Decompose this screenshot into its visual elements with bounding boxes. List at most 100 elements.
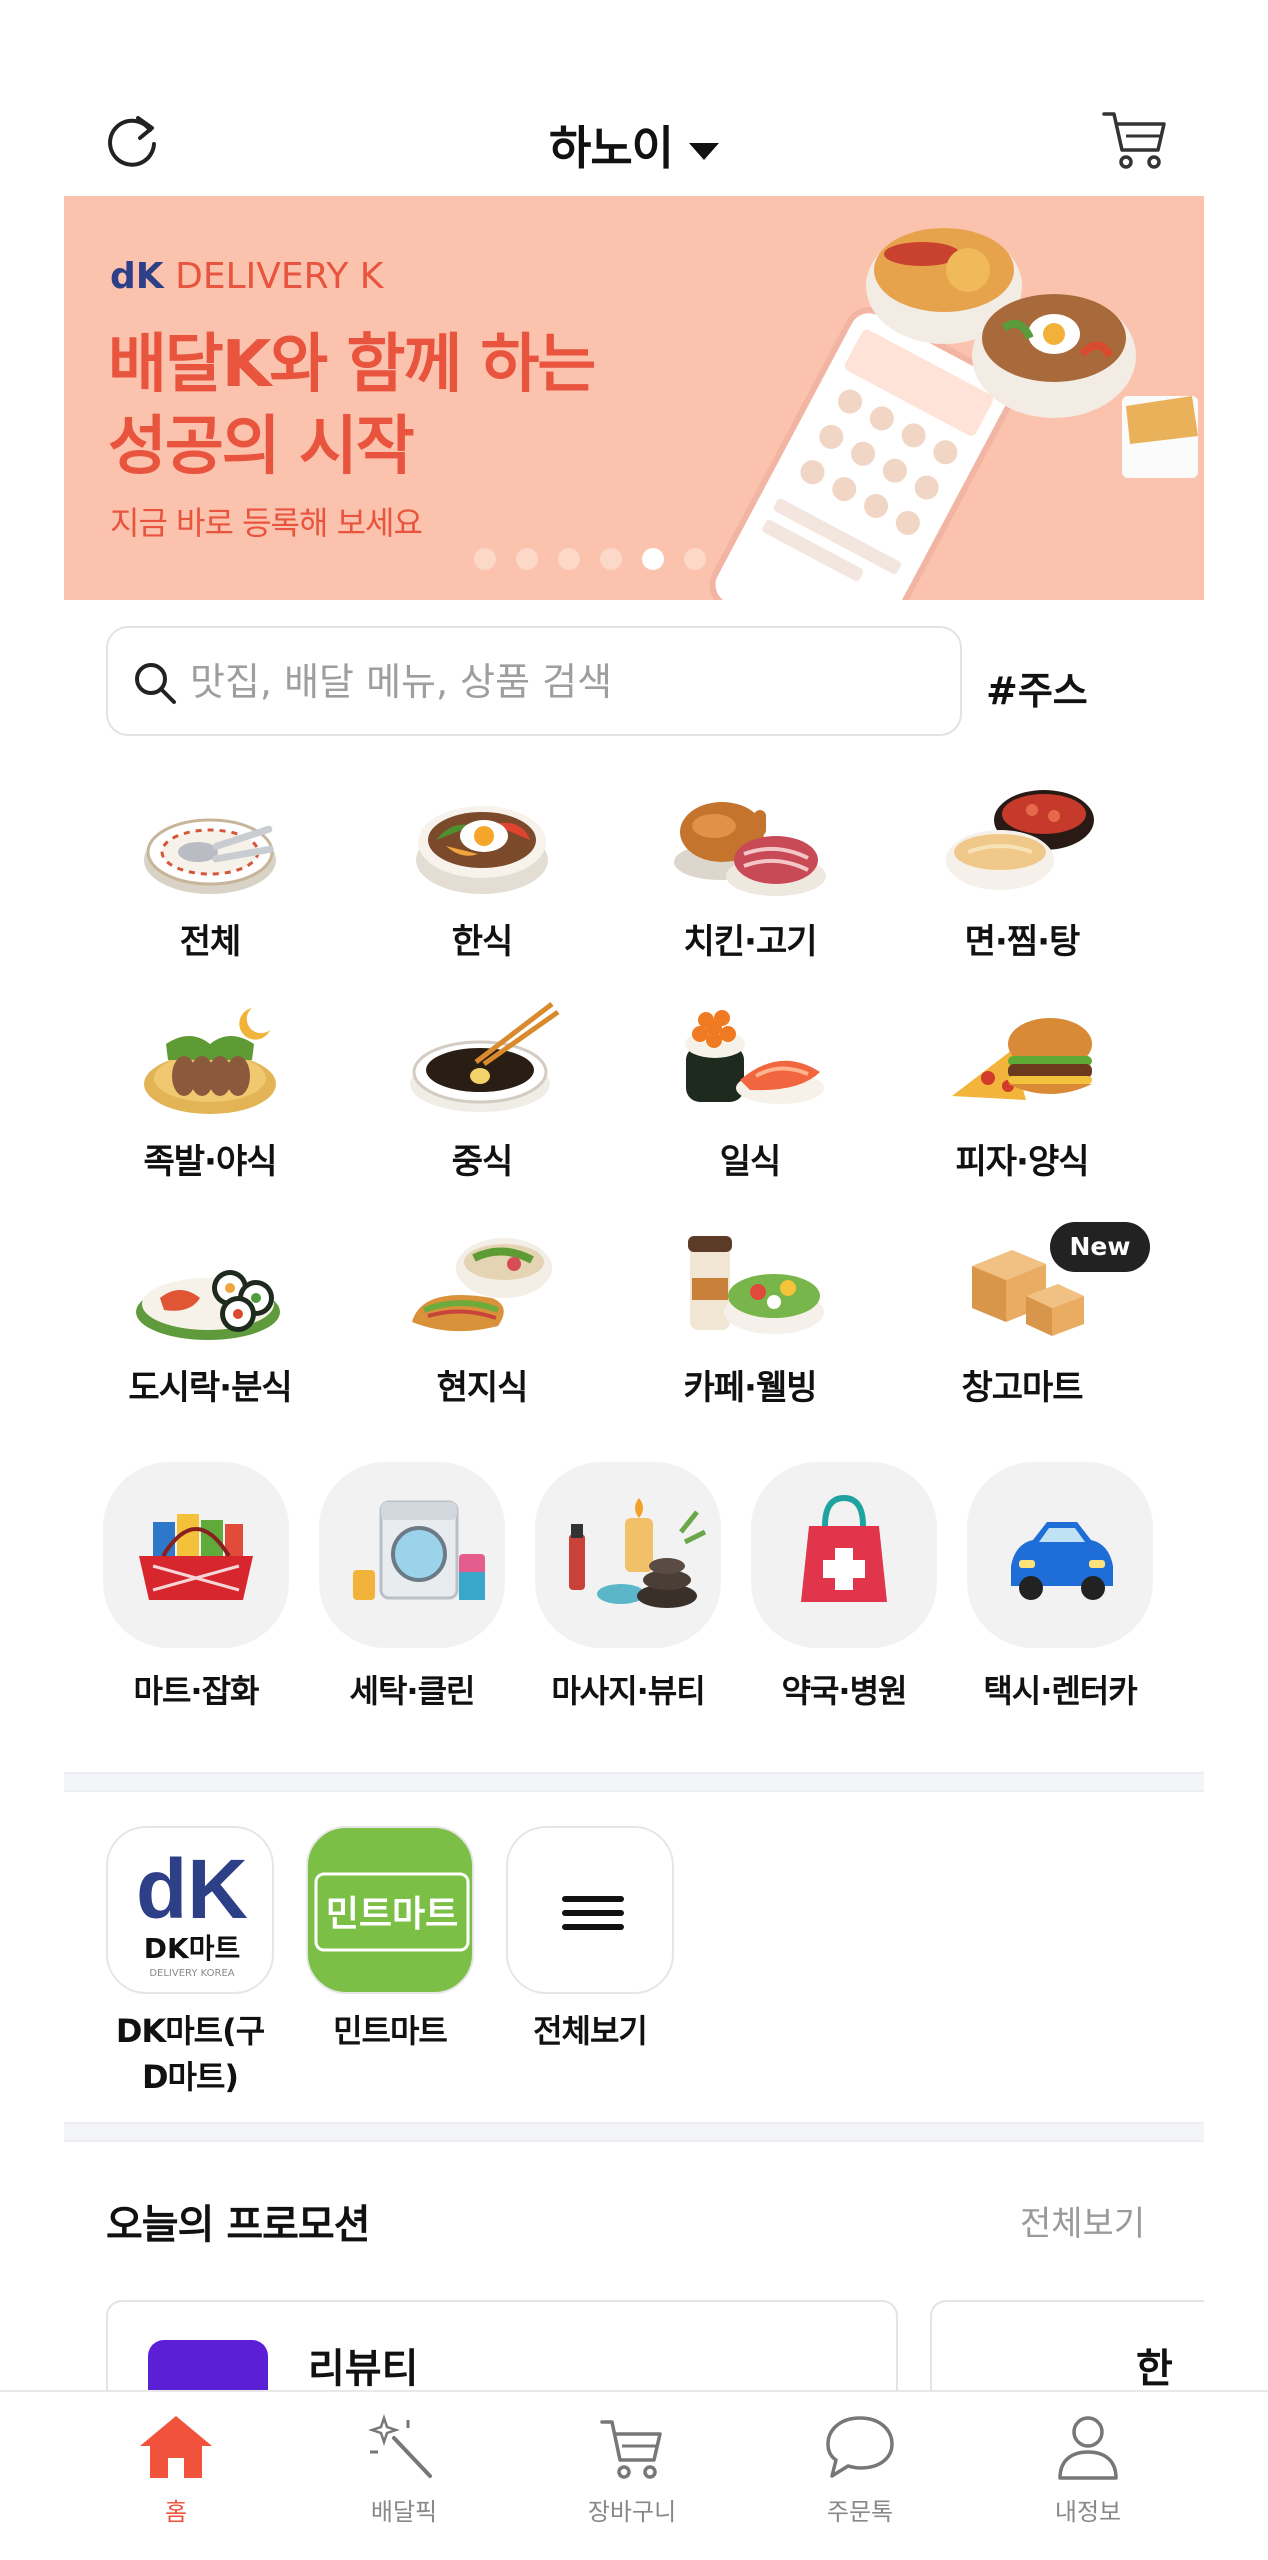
category-label: 중식 bbox=[451, 1142, 514, 1182]
category-pizza-western[interactable]: 피자·양식 bbox=[892, 1000, 1152, 1183]
mint-mart-logo: 민트마트 bbox=[314, 1872, 470, 1952]
pizza-burger-icon bbox=[952, 1018, 1092, 1100]
section-divider bbox=[64, 2122, 1204, 2142]
cart-icon[interactable] bbox=[1100, 106, 1170, 172]
section-divider bbox=[64, 1772, 1204, 1792]
banhmi-pho-icon bbox=[412, 1238, 552, 1332]
bibimbap-icon bbox=[416, 806, 548, 894]
home-icon bbox=[140, 2416, 212, 2478]
car-icon bbox=[1011, 1522, 1113, 1600]
new-badge: New bbox=[1050, 1222, 1150, 1272]
nav-delivery-pick[interactable]: 배달픽 bbox=[304, 2412, 504, 2527]
category-label: 전체 bbox=[179, 922, 242, 962]
nav-label: 내정보 bbox=[1054, 2498, 1122, 2526]
shop-label: 민트마트 bbox=[333, 2012, 448, 2050]
all-plate-icon bbox=[144, 818, 276, 894]
promotion-name: 리뷰티 bbox=[308, 2346, 419, 2392]
category-label: 창고마트 bbox=[961, 1368, 1083, 1408]
chevron-down-icon bbox=[688, 143, 719, 160]
category-local-food[interactable]: 현지식 bbox=[352, 1226, 612, 1409]
banner-dot[interactable] bbox=[474, 548, 496, 570]
menu-icon bbox=[562, 1896, 624, 1930]
cart-icon bbox=[600, 2420, 662, 2479]
search-box[interactable] bbox=[106, 626, 962, 736]
banner-dot[interactable] bbox=[516, 548, 538, 570]
service-massage-beauty[interactable]: 마사지·뷰티 bbox=[528, 1462, 728, 1712]
banner-illustration bbox=[709, 228, 1198, 600]
banner-subtitle: 지금 바로 등록해 보세요 bbox=[110, 504, 423, 542]
service-label: 세탁·클린 bbox=[349, 1672, 476, 1710]
promotion-title: 오늘의 프로모션 bbox=[106, 2202, 371, 2248]
magic-wand-icon bbox=[368, 2414, 432, 2478]
kimbap-icon bbox=[136, 1270, 280, 1340]
shop-label: DK마트(구 D마트) bbox=[115, 2012, 265, 2096]
spa-icon bbox=[569, 1498, 707, 1608]
promo-banner[interactable]: dK DELIVERY K 배달K와 함께 하는 성공의 시작 지금 바로 등록… bbox=[64, 196, 1204, 600]
category-chinese[interactable]: 중식 bbox=[352, 1000, 612, 1183]
user-icon bbox=[1058, 2416, 1118, 2480]
top-header: 하노이 bbox=[64, 90, 1204, 190]
city-selector[interactable]: 하노이 bbox=[64, 112, 1204, 178]
category-label: 치킨·고기 bbox=[683, 922, 817, 962]
category-label: 카페·웰빙 bbox=[683, 1368, 817, 1408]
search-hashtag[interactable]: #주스 bbox=[986, 660, 1088, 715]
shop-view-all[interactable]: 전체보기 bbox=[490, 1826, 690, 2054]
category-label: 피자·양식 bbox=[955, 1142, 1089, 1182]
banner-dot[interactable] bbox=[600, 548, 622, 570]
jjajang-icon bbox=[410, 1002, 560, 1112]
washing-machine-icon bbox=[353, 1500, 485, 1600]
svg-text:민트마트: 민트마트 bbox=[326, 1894, 458, 1935]
bottom-navigation: 홈 배달픽 장바구니 주문톡 내정보 bbox=[0, 2390, 1268, 2560]
cafe-salad-icon bbox=[688, 1236, 824, 1334]
service-taxi-rental[interactable]: 택시·렌터카 bbox=[960, 1462, 1160, 1712]
category-korean[interactable]: 한식 bbox=[352, 780, 612, 963]
category-label: 족발·야식 bbox=[143, 1142, 277, 1182]
service-label: 마트·잡화 bbox=[133, 1672, 260, 1710]
category-label: 도시락·분식 bbox=[128, 1368, 292, 1408]
category-lunchbox-snack[interactable]: 도시락·분식 bbox=[80, 1226, 340, 1409]
nav-my-info[interactable]: 내정보 bbox=[988, 2412, 1188, 2527]
category-chicken-meat[interactable]: 치킨·고기 bbox=[620, 780, 880, 963]
service-label: 마사지·뷰티 bbox=[551, 1672, 705, 1710]
chicken-meat-icon bbox=[674, 802, 826, 896]
nav-order-talk[interactable]: 주문톡 bbox=[760, 2412, 960, 2527]
shop-label: 전체보기 bbox=[533, 2012, 648, 2050]
category-all[interactable]: 전체 bbox=[80, 780, 340, 963]
category-jokbal[interactable]: 족발·야식 bbox=[80, 1000, 340, 1183]
banner-headline: 배달K와 함께 하는 성공의 시작 bbox=[108, 328, 596, 484]
service-label: 약국·병원 bbox=[781, 1672, 908, 1710]
category-japanese[interactable]: 일식 bbox=[620, 1000, 880, 1183]
promotion-view-all-link[interactable]: 전체보기 bbox=[1020, 2196, 1145, 2245]
svg-text:dK: dK bbox=[136, 1842, 248, 1936]
shop-mint-mart[interactable]: 민트마트 민트마트 bbox=[290, 1826, 490, 2054]
nav-label: 장바구니 bbox=[587, 2498, 677, 2526]
grocery-basket-icon bbox=[139, 1514, 253, 1600]
svg-text:DK마트: DK마트 bbox=[144, 1932, 240, 1965]
search-input[interactable] bbox=[190, 650, 930, 714]
category-cafe-wellbeing[interactable]: 카페·웰빙 bbox=[620, 1226, 880, 1409]
category-label: 현지식 bbox=[436, 1368, 529, 1408]
pharmacy-bag-icon bbox=[801, 1494, 887, 1602]
nav-label: 배달픽 bbox=[370, 2498, 438, 2526]
banner-dot-active[interactable] bbox=[642, 548, 664, 570]
jokbal-icon bbox=[144, 1008, 276, 1114]
sushi-icon bbox=[685, 1010, 824, 1104]
search-icon bbox=[135, 663, 176, 704]
shop-dk-mart[interactable]: dK DK마트 DELIVERY KOREA DK마트(구 D마트) bbox=[90, 1826, 290, 2100]
city-name: 하노이 bbox=[549, 121, 674, 175]
service-mart[interactable]: 마트·잡화 bbox=[96, 1462, 296, 1712]
nav-cart[interactable]: 장바구니 bbox=[532, 2412, 732, 2527]
chat-bubble-icon bbox=[826, 2416, 894, 2478]
noodle-soup-icon bbox=[946, 790, 1094, 890]
banner-dot[interactable] bbox=[558, 548, 580, 570]
service-pharmacy-hospital[interactable]: 약국·병원 bbox=[744, 1462, 944, 1712]
nav-home[interactable]: 홈 bbox=[76, 2412, 276, 2527]
category-noodle-soup[interactable]: 면·찜·탕 bbox=[892, 780, 1152, 963]
service-laundry[interactable]: 세탁·클린 bbox=[312, 1462, 512, 1712]
category-label: 일식 bbox=[719, 1142, 782, 1182]
category-label: 한식 bbox=[451, 922, 514, 962]
banner-brand: dK DELIVERY K bbox=[110, 256, 384, 297]
svg-text:DELIVERY KOREA: DELIVERY KOREA bbox=[149, 1968, 234, 1979]
nav-label: 주문톡 bbox=[826, 2498, 894, 2526]
service-label: 택시·렌터카 bbox=[983, 1672, 1137, 1710]
